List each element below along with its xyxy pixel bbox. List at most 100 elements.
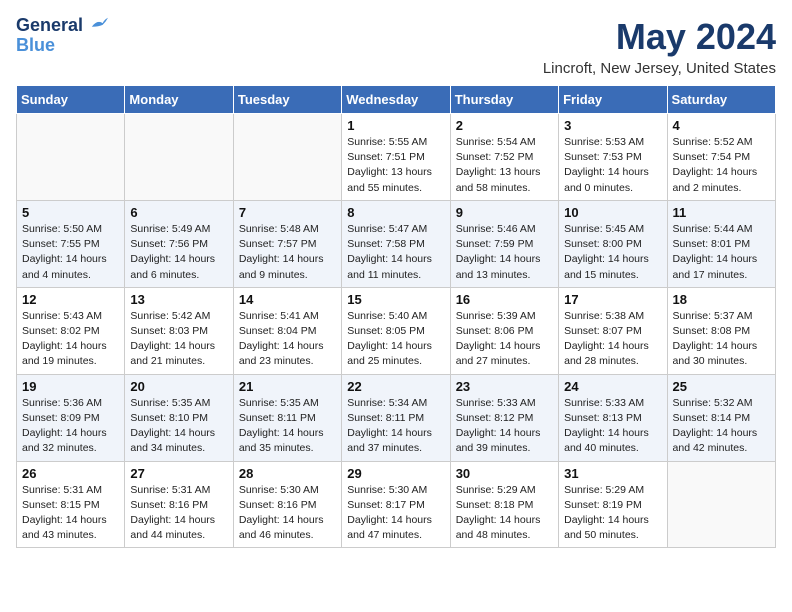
day-of-week-header: Wednesday (342, 86, 450, 114)
calendar-cell (233, 114, 341, 201)
day-info: Sunrise: 5:50 AM Sunset: 7:55 PM Dayligh… (22, 222, 119, 283)
calendar-cell: 22 Sunrise: 5:34 AM Sunset: 8:11 PM Dayli… (342, 374, 450, 461)
day-info: Sunrise: 5:45 AM Sunset: 8:00 PM Dayligh… (564, 222, 661, 283)
day-info: Sunrise: 5:35 AM Sunset: 8:10 PM Dayligh… (130, 396, 227, 457)
calendar-cell: 7Sunrise: 5:48 AM Sunset: 7:57 PM Daylig… (233, 200, 341, 287)
calendar-cell (667, 461, 775, 548)
day-number: 10 (564, 205, 661, 220)
day-number: 14 (239, 292, 336, 307)
day-info: Sunrise: 5:46 AM Sunset: 7:59 PM Dayligh… (456, 222, 553, 283)
day-info: Sunrise: 5:47 AM Sunset: 7:58 PM Dayligh… (347, 222, 444, 283)
day-number: 24 (564, 379, 661, 394)
day-number: 17 (564, 292, 661, 307)
calendar-week-row: 5 Sunrise: 5:50 AM Sunset: 7:55 PM Daylig… (17, 200, 776, 287)
day-info: Sunrise: 5:41 AM Sunset: 8:04 PM Dayligh… (239, 309, 336, 370)
main-title: May 2024 (543, 16, 776, 58)
day-number: 20 (130, 379, 227, 394)
calendar-cell: 20 Sunrise: 5:35 AM Sunset: 8:10 PM Dayli… (125, 374, 233, 461)
calendar-cell: 21Sunrise: 5:35 AM Sunset: 8:11 PM Dayli… (233, 374, 341, 461)
calendar-cell: 5 Sunrise: 5:50 AM Sunset: 7:55 PM Daylig… (17, 200, 125, 287)
day-info: Sunrise: 5:44 AM Sunset: 8:01 PM Dayligh… (673, 222, 770, 283)
day-of-week-header: Sunday (17, 86, 125, 114)
day-info: Sunrise: 5:30 AM Sunset: 8:17 PM Dayligh… (347, 483, 444, 544)
day-number: 7 (239, 205, 336, 220)
calendar-cell: 23Sunrise: 5:33 AM Sunset: 8:12 PM Dayli… (450, 374, 558, 461)
calendar-cell (125, 114, 233, 201)
day-info: Sunrise: 5:36 AM Sunset: 8:09 PM Dayligh… (22, 396, 119, 457)
logo: General Blue (16, 16, 108, 54)
calendar-week-row: 26 Sunrise: 5:31 AM Sunset: 8:15 PM Dayli… (17, 461, 776, 548)
calendar-cell: 16 Sunrise: 5:39 AM Sunset: 8:06 PM Dayli… (450, 287, 558, 374)
day-number: 18 (673, 292, 770, 307)
calendar-cell: 27 Sunrise: 5:31 AM Sunset: 8:16 PM Dayli… (125, 461, 233, 548)
day-number: 1 (347, 118, 444, 133)
calendar-cell: 28Sunrise: 5:30 AM Sunset: 8:16 PM Dayli… (233, 461, 341, 548)
day-number: 13 (130, 292, 227, 307)
day-info: Sunrise: 5:52 AM Sunset: 7:54 PM Dayligh… (673, 135, 770, 196)
calendar-cell: 12Sunrise: 5:43 AM Sunset: 8:02 PM Dayli… (17, 287, 125, 374)
day-number: 2 (456, 118, 553, 133)
calendar-cell: 30Sunrise: 5:29 AM Sunset: 8:18 PM Dayli… (450, 461, 558, 548)
day-number: 19 (22, 379, 119, 394)
title-block: May 2024 Lincroft, New Jersey, United St… (543, 16, 776, 77)
calendar-week-row: 19 Sunrise: 5:36 AM Sunset: 8:09 PM Dayli… (17, 374, 776, 461)
day-number: 25 (673, 379, 770, 394)
calendar-week-row: 1 Sunrise: 5:55 AM Sunset: 7:51 PM Daylig… (17, 114, 776, 201)
day-of-week-header: Tuesday (233, 86, 341, 114)
day-info: Sunrise: 5:53 AM Sunset: 7:53 PM Dayligh… (564, 135, 661, 196)
day-info: Sunrise: 5:42 AM Sunset: 8:03 PM Dayligh… (130, 309, 227, 370)
day-of-week-header: Friday (559, 86, 667, 114)
day-info: Sunrise: 5:31 AM Sunset: 8:16 PM Dayligh… (130, 483, 227, 544)
calendar-cell: 19 Sunrise: 5:36 AM Sunset: 8:09 PM Dayli… (17, 374, 125, 461)
calendar-cell: 8 Sunrise: 5:47 AM Sunset: 7:58 PM Daylig… (342, 200, 450, 287)
day-info: Sunrise: 5:39 AM Sunset: 8:06 PM Dayligh… (456, 309, 553, 370)
day-number: 22 (347, 379, 444, 394)
calendar-cell: 6Sunrise: 5:49 AM Sunset: 7:56 PM Daylig… (125, 200, 233, 287)
day-number: 5 (22, 205, 119, 220)
calendar-cell: 24 Sunrise: 5:33 AM Sunset: 8:13 PM Dayli… (559, 374, 667, 461)
calendar-cell: 1 Sunrise: 5:55 AM Sunset: 7:51 PM Daylig… (342, 114, 450, 201)
day-of-week-header: Monday (125, 86, 233, 114)
day-number: 27 (130, 466, 227, 481)
day-info: Sunrise: 5:54 AM Sunset: 7:52 PM Dayligh… (456, 135, 553, 196)
calendar-cell: 3Sunrise: 5:53 AM Sunset: 7:53 PM Daylig… (559, 114, 667, 201)
day-number: 12 (22, 292, 119, 307)
day-info: Sunrise: 5:37 AM Sunset: 8:08 PM Dayligh… (673, 309, 770, 370)
day-info: Sunrise: 5:32 AM Sunset: 8:14 PM Dayligh… (673, 396, 770, 457)
day-number: 9 (456, 205, 553, 220)
day-info: Sunrise: 5:33 AM Sunset: 8:13 PM Dayligh… (564, 396, 661, 457)
calendar-cell: 14 Sunrise: 5:41 AM Sunset: 8:04 PM Dayli… (233, 287, 341, 374)
day-of-week-header: Thursday (450, 86, 558, 114)
calendar-cell: 11Sunrise: 5:44 AM Sunset: 8:01 PM Dayli… (667, 200, 775, 287)
calendar-cell: 25 Sunrise: 5:32 AM Sunset: 8:14 PM Dayli… (667, 374, 775, 461)
calendar-cell: 13 Sunrise: 5:42 AM Sunset: 8:03 PM Dayli… (125, 287, 233, 374)
day-number: 29 (347, 466, 444, 481)
calendar-cell: 10 Sunrise: 5:45 AM Sunset: 8:00 PM Dayli… (559, 200, 667, 287)
calendar-cell: 17 Sunrise: 5:38 AM Sunset: 8:07 PM Dayli… (559, 287, 667, 374)
day-number: 8 (347, 205, 444, 220)
calendar-week-row: 12Sunrise: 5:43 AM Sunset: 8:02 PM Dayli… (17, 287, 776, 374)
day-info: Sunrise: 5:40 AM Sunset: 8:05 PM Dayligh… (347, 309, 444, 370)
day-info: Sunrise: 5:31 AM Sunset: 8:15 PM Dayligh… (22, 483, 119, 544)
calendar-cell: 15 Sunrise: 5:40 AM Sunset: 8:05 PM Dayli… (342, 287, 450, 374)
calendar-cell: 31 Sunrise: 5:29 AM Sunset: 8:19 PM Dayli… (559, 461, 667, 548)
day-number: 23 (456, 379, 553, 394)
day-info: Sunrise: 5:34 AM Sunset: 8:11 PM Dayligh… (347, 396, 444, 457)
logo-text: General (16, 16, 108, 36)
logo-bird-icon (90, 17, 108, 31)
day-info: Sunrise: 5:38 AM Sunset: 8:07 PM Dayligh… (564, 309, 661, 370)
day-info: Sunrise: 5:29 AM Sunset: 8:18 PM Dayligh… (456, 483, 553, 544)
calendar-cell: 4 Sunrise: 5:52 AM Sunset: 7:54 PM Daylig… (667, 114, 775, 201)
header: General Blue May 2024 Lincroft, New Jers… (16, 16, 776, 77)
day-number: 26 (22, 466, 119, 481)
day-number: 28 (239, 466, 336, 481)
day-number: 16 (456, 292, 553, 307)
day-number: 31 (564, 466, 661, 481)
calendar: SundayMondayTuesdayWednesdayThursdayFrid… (16, 85, 776, 548)
day-info: Sunrise: 5:55 AM Sunset: 7:51 PM Dayligh… (347, 135, 444, 196)
day-info: Sunrise: 5:29 AM Sunset: 8:19 PM Dayligh… (564, 483, 661, 544)
day-of-week-header: Saturday (667, 86, 775, 114)
calendar-cell: 26 Sunrise: 5:31 AM Sunset: 8:15 PM Dayli… (17, 461, 125, 548)
day-number: 15 (347, 292, 444, 307)
day-number: 4 (673, 118, 770, 133)
